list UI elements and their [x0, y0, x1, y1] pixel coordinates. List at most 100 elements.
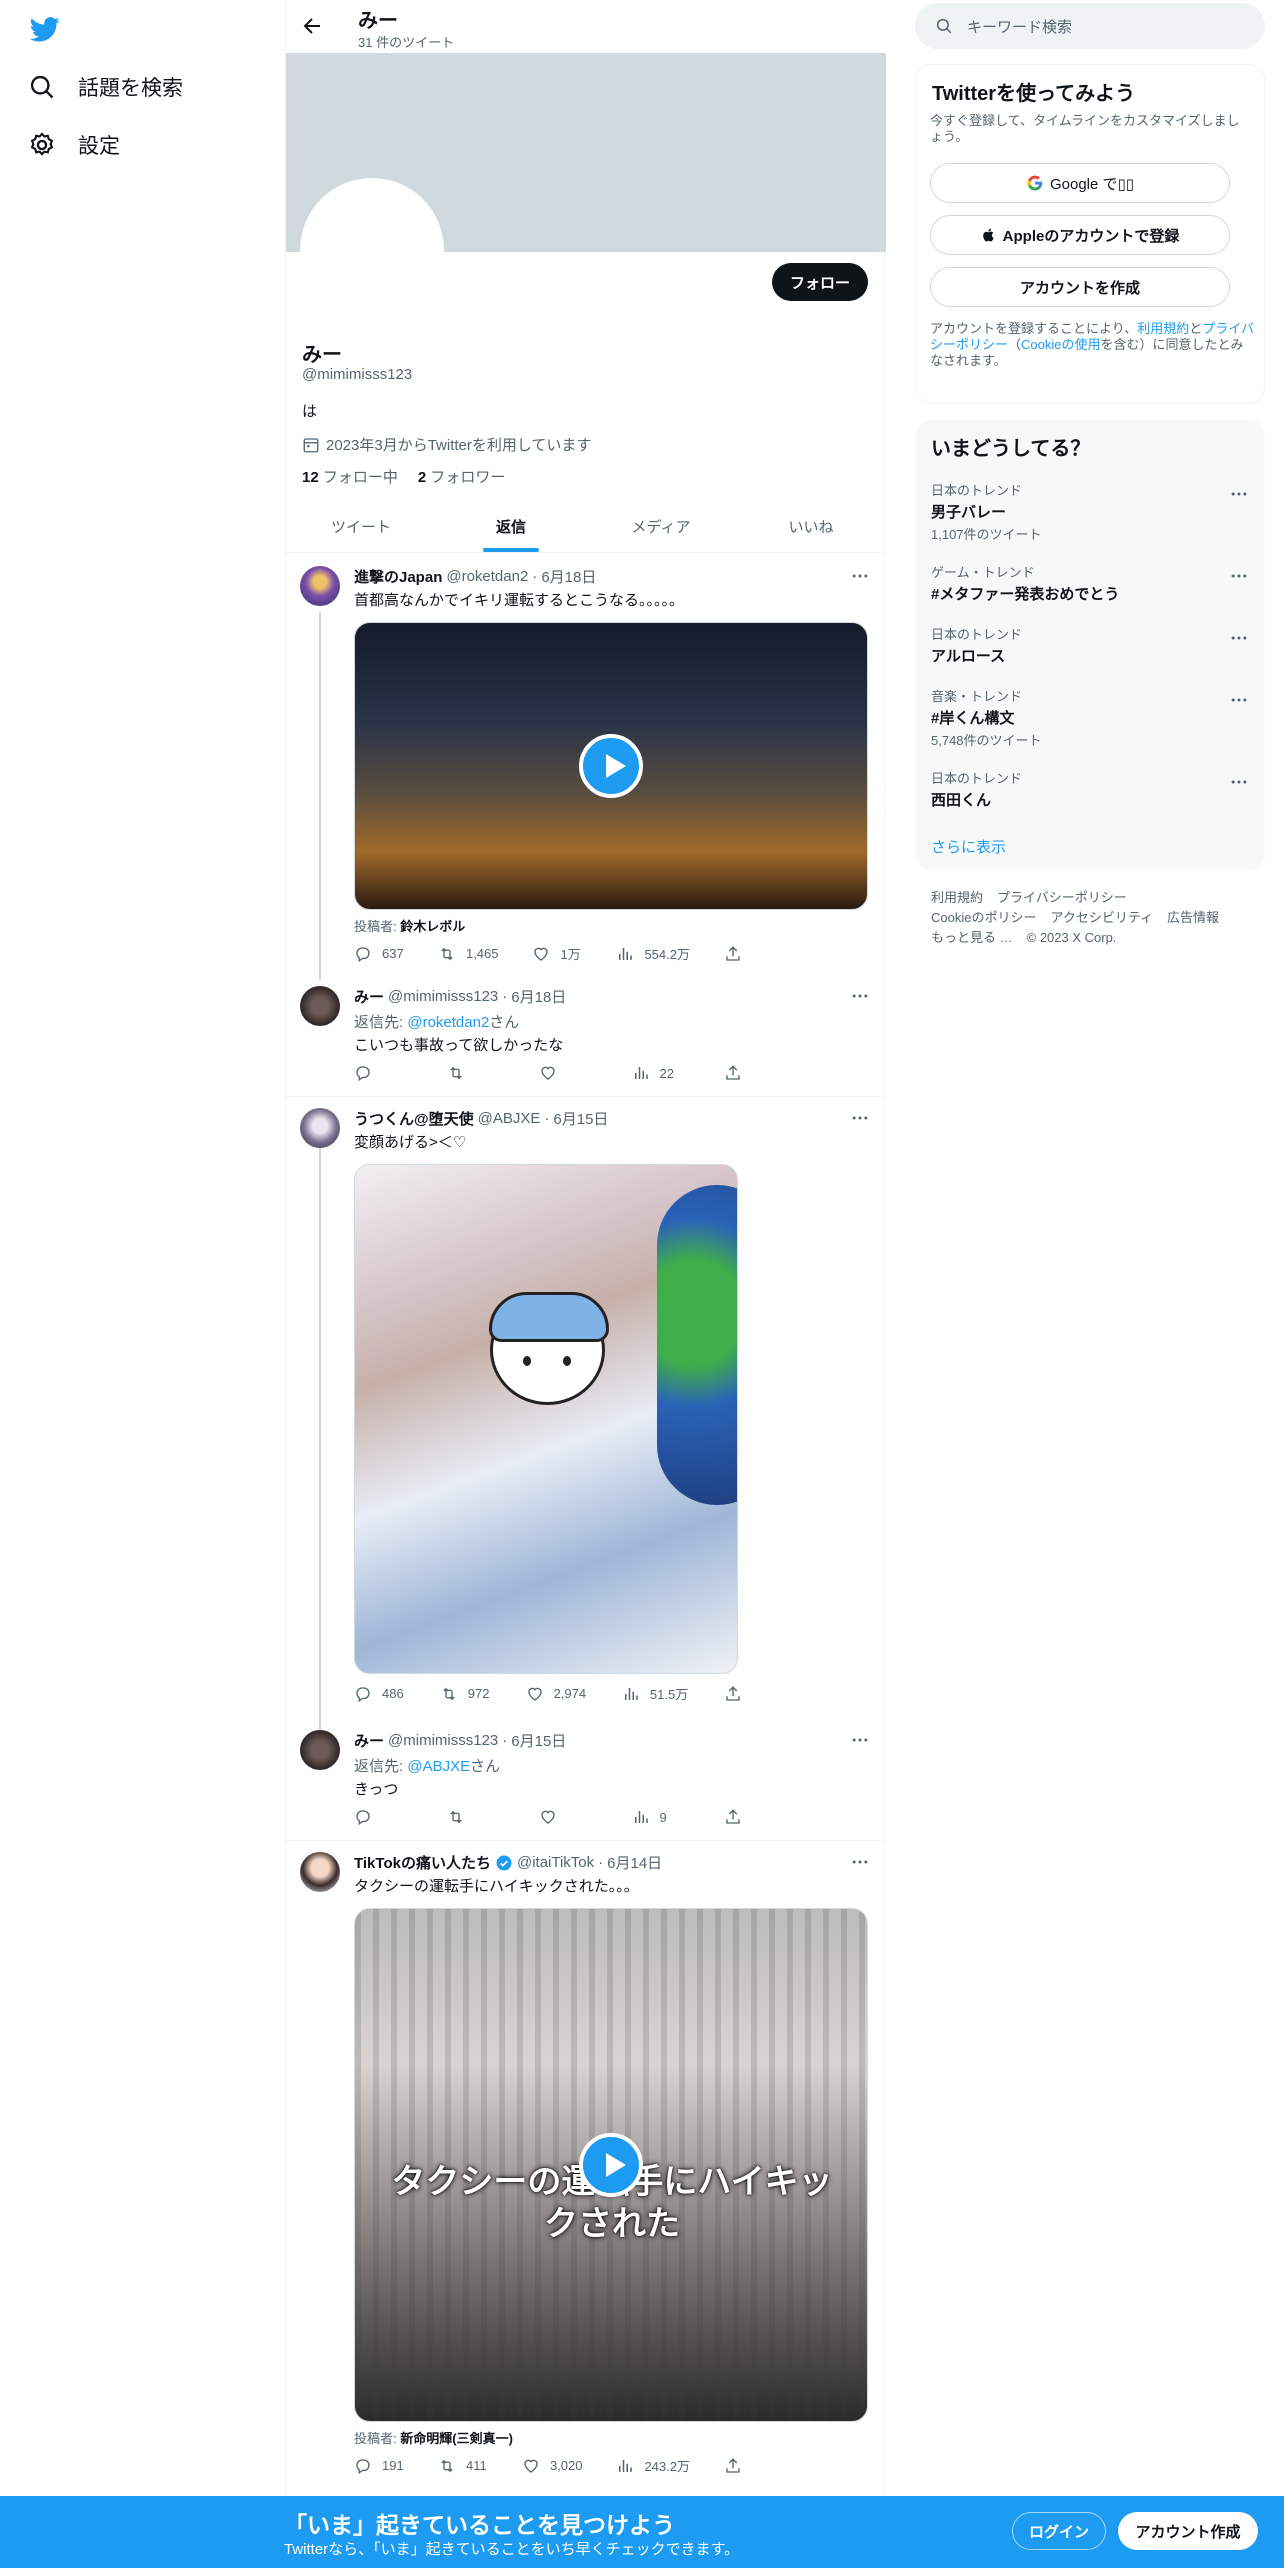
avatar[interactable] — [300, 566, 340, 606]
avatar[interactable] — [300, 1852, 340, 1892]
more-options-icon[interactable] — [850, 1730, 870, 1750]
more-options-icon[interactable] — [850, 1108, 870, 1128]
more-options-icon[interactable] — [850, 1852, 870, 1872]
retweet-button[interactable]: 972 — [440, 1684, 490, 1703]
tab-media[interactable]: メディア — [586, 500, 736, 552]
avatar[interactable] — [300, 1108, 340, 1148]
reply-button[interactable]: 486 — [354, 1684, 404, 1703]
more-options-icon[interactable] — [850, 986, 870, 1006]
share-button[interactable] — [724, 1064, 774, 1082]
tweet-author-handle[interactable]: @roketdan2 — [446, 568, 528, 585]
more-options-icon[interactable] — [850, 566, 870, 586]
tweet-date[interactable]: 6月18日 — [511, 986, 566, 1007]
tab-replies[interactable]: 返信 — [436, 500, 586, 552]
tweet-author-handle[interactable]: @ABJXE — [478, 1110, 541, 1127]
share-button[interactable] — [724, 1808, 774, 1826]
tweet-date[interactable]: 6月14日 — [607, 1852, 662, 1873]
like-button[interactable] — [539, 1064, 589, 1082]
show-more-link[interactable]: さらに表示 — [931, 836, 1006, 857]
tweet-text: 首都高なんかでイキリ運転するとこうなる。。。。。 — [354, 592, 685, 609]
signup-button[interactable]: アカウント作成 — [1118, 2512, 1258, 2550]
trend-item[interactable]: ゲーム・トレンド #メタファー発表おめでとう — [931, 562, 1249, 604]
views-button[interactable]: 51.5万 — [622, 1684, 688, 1703]
footer-link[interactable]: Cookieのポリシー — [931, 910, 1036, 925]
tweet[interactable]: 進撃のJapan @roketdan2 · 6月18日 首都高なんかでイキリ運転… — [286, 566, 886, 986]
views-button[interactable]: 22 — [632, 1064, 682, 1082]
tweet-author-name[interactable]: みー — [354, 986, 384, 1007]
tweet[interactable]: うつくん@堕天使 @ABJXE · 6月15日 変顔あげる>＜♡ 486 972… — [286, 1108, 886, 1728]
tab-likes[interactable]: いいね — [736, 500, 886, 552]
tweet-author-name[interactable]: うつくん@堕天使 — [354, 1108, 474, 1129]
more-options-icon[interactable] — [1229, 566, 1249, 586]
twitter-bird-icon[interactable] — [28, 14, 62, 44]
trend-item[interactable]: 日本のトレンド アルロース — [931, 624, 1249, 666]
like-button[interactable] — [539, 1808, 589, 1826]
like-button[interactable]: 2,974 — [526, 1684, 586, 1703]
profile-avatar[interactable] — [300, 178, 444, 322]
apple-signup-button[interactable]: Appleのアカウントで登録 — [930, 215, 1230, 255]
play-icon[interactable] — [579, 2133, 643, 2197]
create-account-button[interactable]: アカウントを作成 — [930, 267, 1230, 307]
footer-link[interactable]: 広告情報 — [1167, 910, 1219, 925]
follow-button[interactable]: フォロー — [771, 263, 868, 301]
trend-item[interactable]: 日本のトレンド 男子バレー 1,107件のツイート — [931, 480, 1249, 543]
views-button[interactable]: 9 — [632, 1808, 682, 1826]
video-thumbnail[interactable]: タクシーの運転手にハイキックされた — [354, 1908, 868, 2422]
tweet-author-handle[interactable]: @itaiTikTok — [517, 1854, 594, 1871]
share-button[interactable] — [724, 2456, 774, 2475]
nav-explore[interactable]: 話題を検索 — [28, 72, 183, 102]
tweet-date[interactable]: 6月15日 — [511, 1730, 566, 1751]
terms-link[interactable]: 利用規約 — [1137, 321, 1189, 336]
like-button[interactable]: 3,020 — [522, 2456, 582, 2475]
tweet-author-name[interactable]: みー — [354, 1730, 384, 1751]
followers-link[interactable]: 2 フォロワー — [418, 466, 506, 487]
footer-link[interactable]: プライバシーポリシー — [997, 890, 1127, 905]
google-signup-button[interactable]: Google で▯▯ — [930, 163, 1230, 203]
tweet[interactable]: みー @mimimisss123 · 6月18日 返信先: @roketdan2… — [286, 986, 886, 1096]
following-link[interactable]: 12 フォロー中 — [302, 466, 398, 487]
avatar[interactable] — [300, 1730, 340, 1770]
views-button[interactable]: 554.2万 — [616, 944, 690, 963]
tweet-author-handle[interactable]: @mimimisss123 — [388, 1732, 498, 1749]
video-thumbnail[interactable] — [354, 622, 868, 910]
retweet-button[interactable] — [447, 1064, 497, 1082]
tab-tweets[interactable]: ツイート — [286, 500, 436, 552]
reply-button[interactable]: 191 — [354, 2456, 404, 2475]
more-options-icon[interactable] — [1229, 484, 1249, 504]
retweet-button[interactable]: 1,465 — [438, 944, 499, 963]
tweet-date[interactable]: 6月18日 — [541, 566, 596, 587]
reply-to-link[interactable]: @roketdan2 — [407, 1014, 489, 1031]
cookie-link[interactable]: Cookieの使用 — [1021, 337, 1100, 352]
trend-item[interactable]: 日本のトレンド 西田くん — [931, 768, 1249, 810]
tweet-photo[interactable] — [354, 1164, 738, 1674]
reply-button[interactable] — [354, 1064, 404, 1082]
play-icon[interactable] — [579, 734, 643, 798]
tweet-author-name[interactable]: TikTokの痛い人たち — [354, 1852, 491, 1873]
tweet-author-name[interactable]: 進撃のJapan — [354, 566, 442, 587]
reply-to-link[interactable]: @ABJXE — [407, 1758, 470, 1775]
views-button[interactable]: 243.2万 — [616, 2456, 690, 2475]
tweet-date[interactable]: 6月15日 — [553, 1108, 608, 1129]
nav-settings[interactable]: 設定 — [28, 130, 120, 160]
footer-link[interactable]: アクセシビリティ — [1050, 910, 1153, 925]
share-button[interactable] — [724, 944, 774, 963]
back-arrow-icon[interactable] — [300, 14, 324, 38]
login-button[interactable]: ログイン — [1012, 2512, 1106, 2550]
tweet[interactable]: TikTokの痛い人たち @itaiTikTok · 6月14日 タクシーの運転… — [286, 1852, 886, 2492]
search-bar[interactable]: キーワード検索 — [915, 3, 1265, 49]
retweet-button[interactable] — [447, 1808, 497, 1826]
trend-item[interactable]: 音楽・トレンド #岸くん構文 5,748件のツイート — [931, 686, 1249, 749]
reply-button[interactable]: 637 — [354, 944, 404, 963]
footer-link[interactable]: 利用規約 — [931, 890, 983, 905]
more-options-icon[interactable] — [1229, 772, 1249, 792]
more-options-icon[interactable] — [1229, 690, 1249, 710]
share-button[interactable] — [724, 1684, 774, 1703]
footer-link[interactable]: もっと見る … — [931, 930, 1013, 945]
retweet-button[interactable]: 411 — [438, 2456, 488, 2475]
tweet-author-handle[interactable]: @mimimisss123 — [388, 988, 498, 1005]
avatar[interactable] — [300, 986, 340, 1026]
tweet[interactable]: みー @mimimisss123 · 6月15日 返信先: @ABJXEさん き… — [286, 1730, 886, 1840]
more-options-icon[interactable] — [1229, 628, 1249, 648]
like-button[interactable]: 1万 — [532, 944, 582, 963]
reply-button[interactable] — [354, 1808, 404, 1826]
